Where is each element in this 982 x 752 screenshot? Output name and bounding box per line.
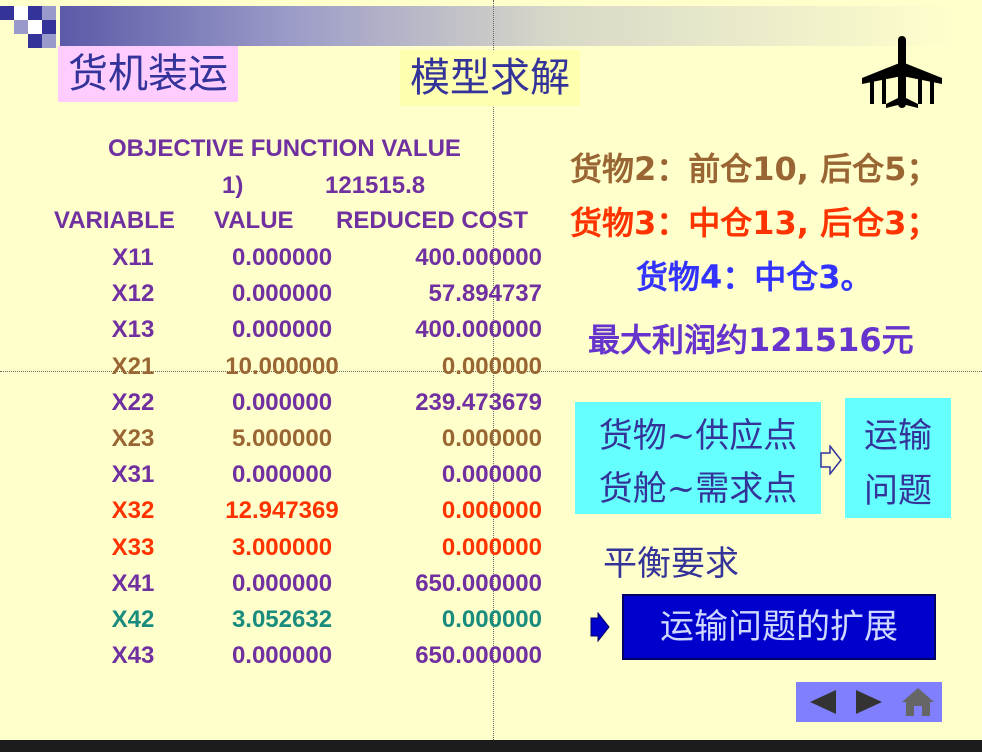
deco-square (42, 20, 56, 34)
transport-problem-box: 运输 问题 (845, 398, 951, 518)
variable-reduced-cost: 0.000000 (441, 425, 542, 452)
mapping-box: 货物~供应点 货舱~需求点 (575, 402, 821, 514)
deco-square (28, 20, 42, 34)
house-icon (902, 688, 934, 716)
objective-row-label: 1) (222, 172, 244, 199)
variable-value: 3.000000 (231, 534, 333, 561)
slide-title: 货机装运 (58, 46, 238, 102)
max-profit: 最大利润约121516元 (588, 321, 914, 359)
variable-reduced-cost: 650.000000 (415, 642, 542, 669)
header-gradient-bar (60, 6, 960, 46)
variable-reduced-cost: 400.000000 (415, 244, 542, 271)
variable-reduced-cost: 0.000000 (441, 353, 542, 380)
deco-square (42, 6, 56, 20)
prev-slide-button[interactable] (800, 682, 844, 722)
variable-reduced-cost: 0.000000 (441, 534, 542, 561)
variable-reduced-cost: 239.473679 (415, 389, 542, 416)
variable-value: 12.947369 (225, 497, 339, 524)
variable-value: 0.000000 (231, 244, 333, 271)
variable-value: 0.000000 (231, 280, 333, 307)
transport-label-line2: 问题 (864, 471, 932, 511)
result-cargo-3: 货物3：中仓13, 后仓3； (570, 204, 939, 242)
deco-square (28, 34, 42, 48)
triangle-left-icon (810, 690, 836, 714)
column-header-variable: VARIABLE (54, 207, 175, 234)
variable-name: X12 (111, 280, 155, 307)
variable-name: X22 (111, 389, 155, 416)
variable-name: X23 (111, 425, 155, 452)
result-cargo-4: 货物4：中仓3。 (636, 258, 873, 296)
deco-square (0, 6, 14, 20)
variable-reduced-cost: 650.000000 (415, 570, 542, 597)
variable-name: X32 (111, 497, 155, 524)
result-cargo-2: 货物2：前仓10, 后仓5； (570, 150, 939, 188)
transport-extension-button[interactable]: 运输问题的扩展 (622, 594, 936, 660)
supply-mapping: 货物~供应点 (598, 416, 798, 456)
variable-value: 0.000000 (231, 570, 333, 597)
variable-name: X11 (112, 244, 154, 271)
variable-name: X13 (111, 316, 155, 343)
transport-label-line1: 运输 (864, 416, 932, 456)
next-slide-button[interactable] (848, 682, 892, 722)
variable-reduced-cost: 57.894737 (428, 280, 542, 307)
airplane-icon (860, 34, 944, 114)
variable-value: 0.000000 (231, 316, 333, 343)
column-header-value: VALUE (214, 207, 294, 234)
variable-name: X41 (111, 570, 155, 597)
deco-square (42, 34, 56, 48)
objective-header: OBJECTIVE FUNCTION VALUE (108, 135, 461, 162)
deco-square (28, 6, 42, 20)
triangle-right-icon (856, 690, 882, 714)
variable-name: X31 (111, 461, 155, 488)
deco-square (14, 20, 28, 34)
column-header-reduced-cost: REDUCED COST (336, 207, 529, 234)
variable-value: 0.000000 (231, 461, 333, 488)
variable-name: X43 (111, 642, 155, 669)
slide-nav (796, 682, 942, 722)
variable-reduced-cost: 0.000000 (441, 497, 542, 524)
header-decoration (0, 0, 982, 48)
variable-name: X21 (111, 353, 155, 380)
variable-reduced-cost: 0.000000 (441, 606, 542, 633)
objective-value: 121515.8 (325, 172, 426, 199)
variable-reduced-cost: 0.000000 (441, 461, 542, 488)
variable-value: 10.000000 (225, 353, 339, 380)
variable-value: 0.000000 (231, 389, 333, 416)
pointer-arrow-icon (590, 611, 610, 643)
slide-subtitle: 模型求解 (400, 50, 580, 106)
variable-value: 5.000000 (231, 425, 333, 452)
home-button[interactable] (896, 682, 940, 722)
deco-square (14, 6, 28, 20)
variable-name: X33 (111, 534, 155, 561)
arrow-right-icon (820, 443, 842, 477)
balance-requirement: 平衡要求 (603, 544, 739, 584)
variable-reduced-cost: 400.000000 (415, 316, 542, 343)
variable-value: 0.000000 (231, 642, 333, 669)
bottom-bar (0, 740, 982, 752)
variable-value: 3.052632 (231, 606, 333, 633)
demand-mapping: 货舱~需求点 (598, 469, 798, 509)
variable-name: X42 (111, 606, 155, 633)
